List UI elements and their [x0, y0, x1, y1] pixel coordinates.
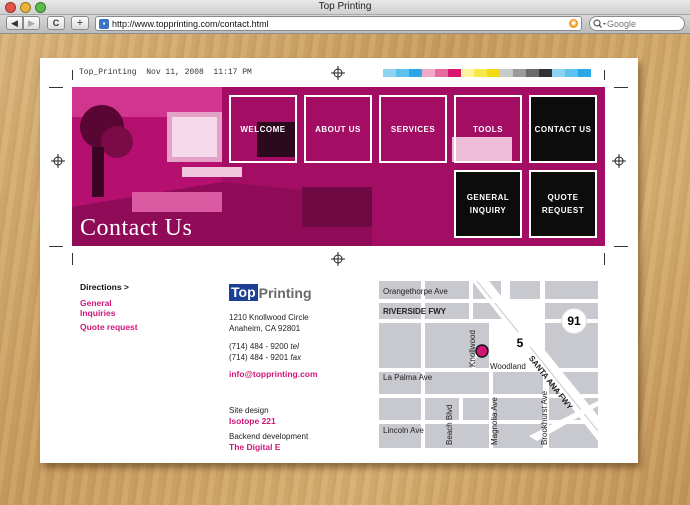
fax-label: fax [290, 353, 302, 362]
crop-mark [72, 253, 73, 265]
route-91-label: 91 [567, 314, 581, 328]
street-orangethorpe: Orangethorpe Ave [383, 287, 448, 296]
color-swatch [487, 69, 500, 77]
plus-icon: + [76, 17, 84, 29]
zoom-window-button[interactable] [35, 2, 46, 13]
street-brookhurst: Brookhurst Ave [540, 390, 549, 445]
nav-quote-request[interactable]: QUOTE REQUEST [529, 170, 597, 238]
color-swatch [552, 69, 565, 77]
nav-contact-us[interactable]: CONTACT US [529, 95, 597, 163]
color-swatch [578, 69, 591, 77]
browser-toolbar: ◀ ▶ C + ▪ http://www.topprinting.com/con… [0, 15, 690, 34]
route-91-shield: 91 [561, 308, 587, 334]
crop-mark [614, 87, 628, 88]
phone-fax: (714) 484 - 9201 fax [229, 352, 301, 363]
logo-printing-text: Printing [258, 284, 312, 301]
tel-label: tel [290, 342, 299, 351]
fax-number: (714) 484 - 9201 [229, 353, 289, 362]
site-design-label: Site design [229, 406, 269, 415]
reload-button[interactable]: C [47, 16, 65, 30]
color-swatch [513, 69, 526, 77]
logo-top-text: Top [229, 284, 258, 301]
nav-services[interactable]: SERVICES [379, 95, 447, 163]
street-knollwood: Knollwood [468, 330, 477, 367]
backend-link[interactable]: The Digital E [229, 442, 280, 452]
search-field[interactable] [589, 16, 685, 31]
street-lincoln: Lincoln Ave [383, 426, 424, 435]
color-swatch [435, 69, 448, 77]
color-swatches [383, 69, 591, 77]
company-logo: Top Printing [229, 284, 312, 301]
location-map[interactable]: 91 5 Orangethorpe Ave RIVERSIDE FWY La P… [379, 281, 598, 448]
rss-icon[interactable]: ◉ [569, 19, 578, 28]
color-swatch [500, 69, 513, 77]
email-link[interactable]: info@topprinting.com [229, 369, 318, 379]
registration-mark-icon [612, 154, 626, 168]
crop-mark [604, 253, 605, 265]
window-titlebar: Top Printing [0, 0, 690, 15]
color-swatch [409, 69, 422, 77]
add-bookmark-button[interactable]: + [71, 16, 89, 30]
route-5-shield: 5 [509, 332, 531, 354]
window-controls [5, 2, 46, 13]
directions-heading[interactable]: Directions > [80, 282, 129, 292]
address-line-1: 1210 Knollwood Circle [229, 313, 309, 322]
street-beach-blvd: Beach Blvd [445, 404, 454, 445]
reload-icon: C [52, 18, 60, 28]
minimize-window-button[interactable] [20, 2, 31, 13]
street-woodland: Woodland [490, 362, 526, 371]
quote-request-link[interactable]: Quote request [80, 322, 138, 332]
street-la-palma: La Palma Ave [383, 373, 433, 382]
site-design-link[interactable]: Isotope 221 [229, 416, 276, 426]
phone-tel: (714) 484 - 9200 tel [229, 341, 299, 352]
address-bar[interactable]: ▪ http://www.topprinting.com/contact.htm… [95, 16, 582, 31]
route-5-label: 5 [516, 336, 524, 350]
url-text: http://www.topprinting.com/contact.html [112, 18, 269, 29]
nav-tools[interactable]: TOOLS [454, 95, 522, 163]
general-inquiries-link[interactable]: General Inquiries [80, 298, 130, 318]
site-favicon-icon: ▪ [99, 18, 109, 29]
nav-about-us[interactable]: ABOUT US [304, 95, 372, 163]
address-line-2: Anaheim, CA 92801 [229, 324, 301, 333]
location-pin-icon[interactable] [475, 344, 489, 358]
search-icon [593, 18, 606, 28]
window-title: Top Printing [318, 1, 372, 12]
registration-mark-icon [331, 66, 345, 80]
nav-welcome[interactable]: WELCOME [229, 95, 297, 163]
color-swatch [565, 69, 578, 77]
registration-mark-icon [51, 154, 65, 168]
crop-mark [49, 87, 63, 88]
forward-icon: ▶ [28, 17, 35, 28]
back-button[interactable]: ◀ [6, 16, 23, 30]
color-swatch [448, 69, 461, 77]
tel-number: (714) 484 - 9200 [229, 342, 289, 351]
color-swatch [396, 69, 409, 77]
crop-mark [49, 246, 63, 247]
print-meta-text: Top_Printing Nov 11, 2008 11:17 PM [79, 68, 252, 77]
forward-button[interactable]: ▶ [23, 16, 40, 30]
color-swatch [526, 69, 539, 77]
registration-mark-icon [331, 252, 345, 266]
color-swatch [422, 69, 435, 77]
color-swatch [383, 69, 396, 77]
crop-mark [72, 70, 73, 80]
street-riverside-fwy: RIVERSIDE FWY [383, 307, 447, 316]
backend-label: Backend development [229, 432, 309, 441]
nav-general-inquiry[interactable]: GENERAL INQUIRY [454, 170, 522, 238]
street-magnolia: Magnolia Ave [490, 397, 499, 445]
crop-mark [614, 246, 628, 247]
page-title: Contact Us [80, 215, 193, 241]
color-swatch [539, 69, 552, 77]
crop-mark [604, 70, 605, 80]
color-swatch [474, 69, 487, 77]
back-icon: ◀ [11, 17, 18, 28]
close-window-button[interactable] [5, 2, 16, 13]
search-input[interactable] [607, 18, 673, 29]
color-swatch [461, 69, 474, 77]
